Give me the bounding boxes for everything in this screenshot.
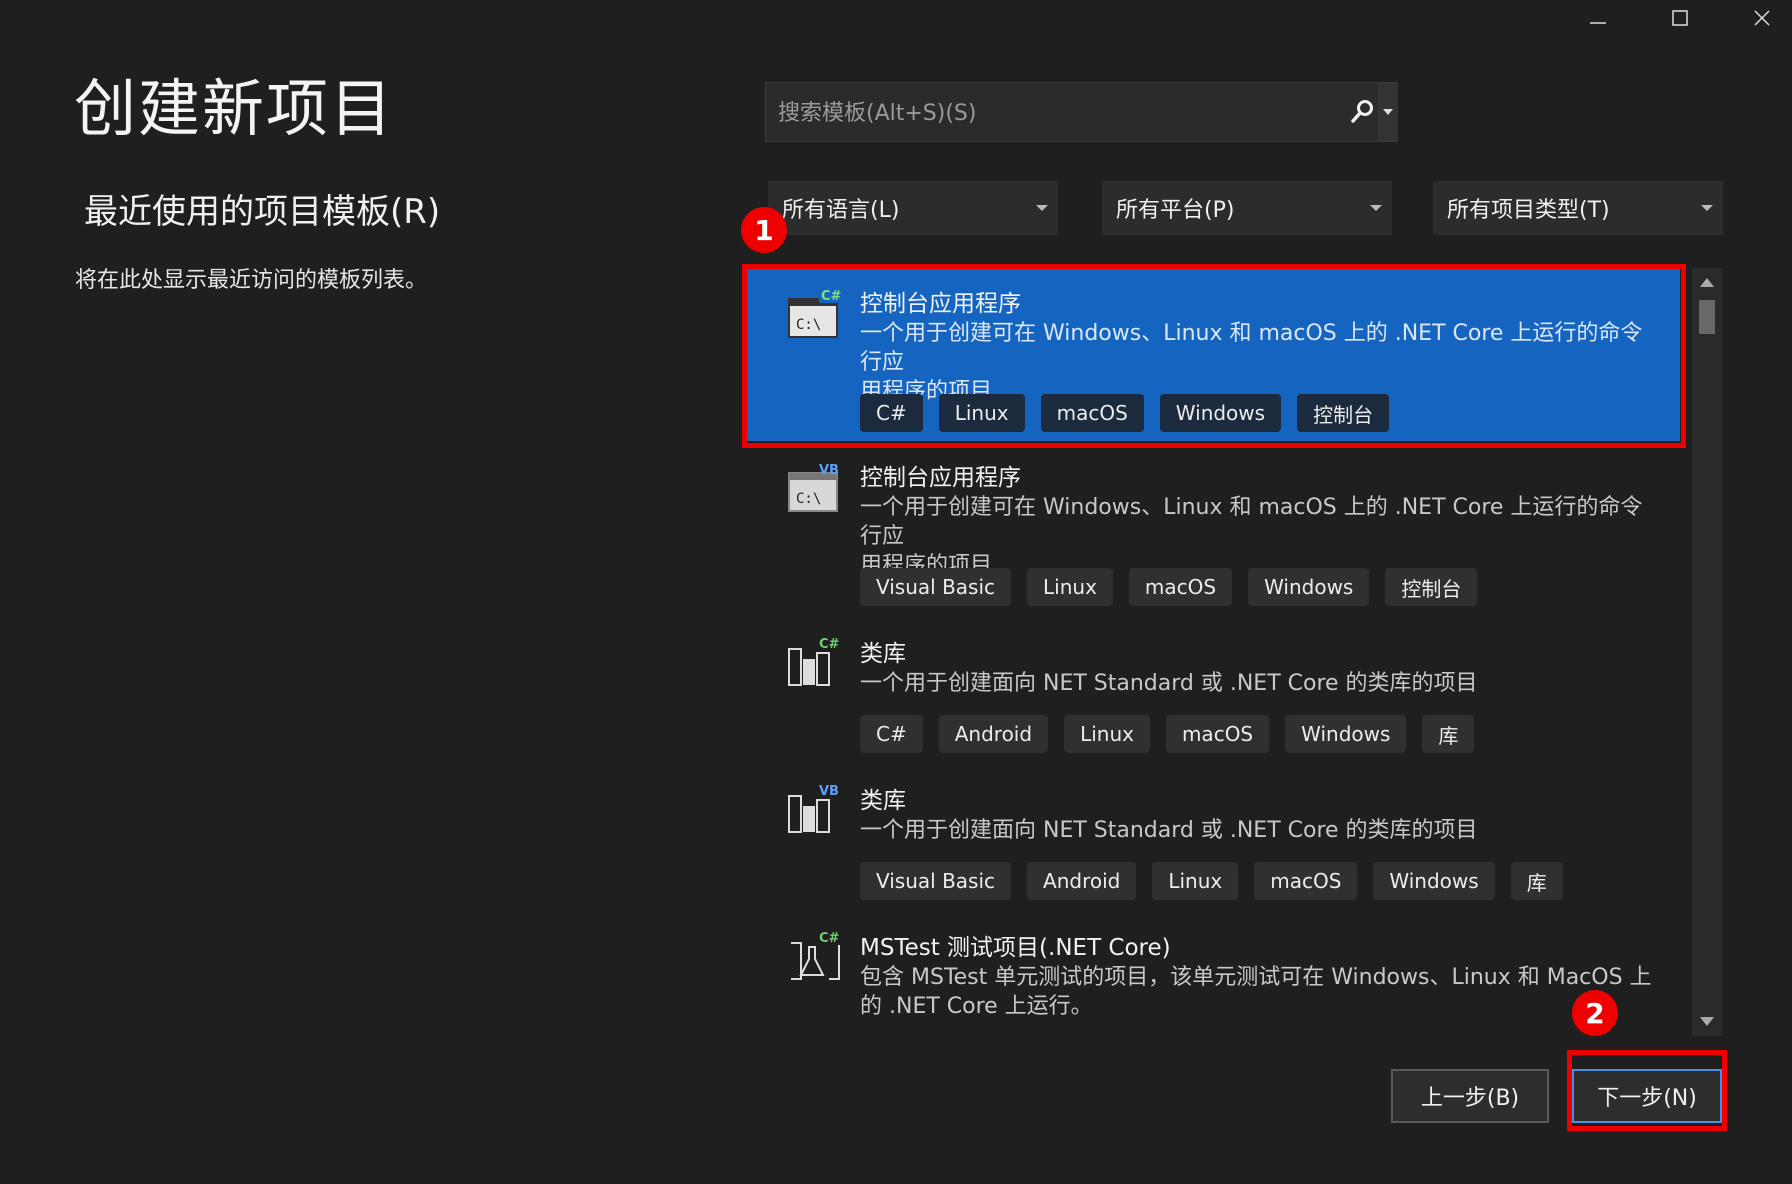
- tag: Android: [938, 715, 1049, 753]
- tag: Windows: [1285, 715, 1407, 753]
- tag: Visual Basic: [860, 568, 1012, 606]
- template-search-box: [765, 82, 1398, 143]
- template-title: 类库: [860, 788, 906, 814]
- minimize-button[interactable]: [1558, 0, 1638, 36]
- tag: Linux: [1152, 862, 1239, 900]
- language-filter-value: 所有语言(L): [782, 198, 900, 223]
- template-tags: Visual Basic Linux macOS Windows 控制台: [860, 568, 1478, 606]
- tag: 库: [1422, 715, 1475, 753]
- tag: Windows: [1373, 862, 1495, 900]
- maximize-button[interactable]: [1640, 0, 1720, 36]
- tag: macOS: [1254, 862, 1358, 900]
- search-button[interactable]: [1344, 93, 1382, 131]
- step-badge-2: 2: [1572, 990, 1618, 1036]
- template-description: 一个用于创建面向 NET Standard 或 .NET Core 的类库的项目: [860, 818, 1478, 843]
- tag: Linux: [1027, 568, 1113, 606]
- console-app-vb-icon: C:\ VB: [788, 463, 839, 512]
- language-filter-dropdown[interactable]: 所有语言(L): [768, 181, 1058, 235]
- project-type-filter-dropdown[interactable]: 所有项目类型(T): [1433, 181, 1723, 235]
- tag: Windows: [1248, 568, 1370, 606]
- page-title: 创建新项目: [74, 72, 395, 145]
- mstest-project-csharp-icon: C#: [791, 929, 843, 980]
- scrollbar-thumb[interactable]: [1699, 300, 1715, 334]
- svg-text:C#: C#: [819, 637, 840, 652]
- template-item-class-library-vb[interactable]: VB 类库 一个用于创建面向 NET Standard 或 .NET Core …: [745, 764, 1680, 911]
- template-item-class-library-csharp[interactable]: C# 类库 一个用于创建面向 NET Standard 或 .NET Core …: [745, 617, 1680, 764]
- close-button[interactable]: [1722, 0, 1792, 36]
- tag: Linux: [1064, 715, 1150, 753]
- chevron-down-icon: [1701, 205, 1713, 211]
- template-item-console-app-vb[interactable]: C:\ VB 控制台应用程序 一个用于创建可在 Windows、Linux 和 …: [745, 441, 1680, 617]
- tag: macOS: [1165, 715, 1270, 753]
- template-description: 一个用于创建面向 NET Standard 或 .NET Core 的类库的项目: [860, 671, 1478, 696]
- project-type-filter-value: 所有项目类型(T): [1447, 198, 1610, 223]
- selected-template-highlight: [742, 264, 1686, 448]
- maximize-icon: [1672, 10, 1688, 26]
- back-button[interactable]: 上一步(B): [1391, 1069, 1549, 1123]
- template-title: 类库: [860, 641, 906, 667]
- template-tags: Visual Basic Android Linux macOS Windows…: [860, 862, 1563, 900]
- next-button[interactable]: 下一步(N): [1572, 1069, 1722, 1123]
- svg-text:C#: C#: [819, 931, 840, 946]
- template-title: 控制台应用程序: [860, 465, 1021, 491]
- search-options-dropdown[interactable]: [1378, 83, 1398, 141]
- search-icon: [1351, 100, 1373, 123]
- step-badge-1: 1: [741, 207, 787, 253]
- template-title: MSTest 测试项目(.NET Core): [860, 935, 1171, 961]
- class-library-csharp-icon: C#: [788, 635, 843, 686]
- chevron-down-icon: [1370, 205, 1382, 211]
- svg-text:C:\: C:\: [796, 491, 821, 507]
- template-tags: C# Android Linux macOS Windows 库: [860, 715, 1475, 753]
- recent-templates-empty-text: 将在此处显示最近访问的模板列表。: [75, 268, 428, 293]
- platform-filter-dropdown[interactable]: 所有平台(P): [1102, 181, 1392, 235]
- template-item-mstest-csharp[interactable]: C# MSTest 测试项目(.NET Core) 包含 MSTest 单元测试…: [745, 911, 1680, 1025]
- platform-filter-value: 所有平台(P): [1116, 198, 1235, 223]
- template-description: 包含 MSTest 单元测试的项目，该单元测试可在 Windows、Linux …: [860, 965, 1652, 1019]
- class-library-vb-icon: VB: [788, 782, 843, 833]
- recent-templates-heading[interactable]: 最近使用的项目模板(R): [84, 184, 440, 233]
- tag: Visual Basic: [860, 862, 1012, 900]
- template-description: 一个用于创建可在 Windows、Linux 和 macOS 上的 .NET C…: [860, 495, 1643, 578]
- template-search-input[interactable]: [776, 83, 1320, 143]
- svg-text:VB: VB: [819, 463, 839, 478]
- chevron-down-icon: [1036, 205, 1048, 211]
- scroll-up-arrow-icon[interactable]: [1700, 278, 1714, 287]
- chevron-down-icon: [1383, 109, 1393, 115]
- minimize-icon: [1590, 22, 1606, 24]
- tag: 控制台: [1385, 568, 1478, 606]
- tag: macOS: [1128, 568, 1233, 606]
- template-list-scrollbar[interactable]: [1692, 268, 1722, 1036]
- close-icon: [1754, 10, 1770, 26]
- tag: C#: [860, 715, 923, 753]
- tag: 库: [1510, 862, 1563, 900]
- svg-text:VB: VB: [819, 784, 839, 799]
- tag: Android: [1027, 862, 1137, 900]
- scroll-down-arrow-icon[interactable]: [1700, 1017, 1714, 1026]
